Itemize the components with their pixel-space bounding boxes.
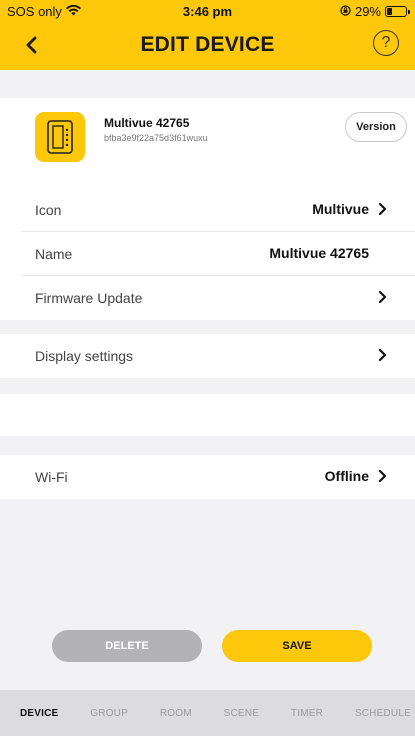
device-name: Multivue 42765 [104, 116, 190, 130]
empty-section [0, 394, 415, 436]
display-settings-label: Display settings [35, 348, 134, 364]
version-button[interactable]: Version [345, 112, 407, 142]
icon-label: Icon [35, 202, 62, 218]
help-button[interactable]: ? [373, 30, 399, 56]
battery-icon [385, 6, 410, 17]
icon-row[interactable]: Icon Multivue [0, 188, 415, 232]
nav-bar: EDIT DEVICE ? [0, 24, 415, 68]
tab-room[interactable]: ROOM [160, 708, 192, 719]
question-mark: ? [381, 34, 391, 51]
display-settings-row[interactable]: Display settings [0, 334, 415, 378]
wifi-label: Wi-Fi [35, 469, 68, 485]
status-bar: SOS only 3:46 pm 29% [0, 0, 415, 22]
icon-value: Multivue [312, 201, 369, 217]
name-row[interactable]: Name Multivue 42765 [0, 232, 415, 276]
tab-scene[interactable]: SCENE [224, 708, 259, 719]
delete-button[interactable]: DELETE [52, 630, 202, 662]
wifi-status: Offline [324, 468, 369, 484]
device-card: Multivue 42765 bfba3e9f22a75d3f61wuxu Ve… [0, 98, 415, 188]
firmware-update-row[interactable]: Firmware Update [0, 276, 415, 320]
firmware-update-label: Firmware Update [35, 290, 143, 306]
name-value: Multivue 42765 [269, 245, 369, 261]
chevron-right-icon [378, 469, 387, 488]
thermostat-device-icon [35, 112, 85, 162]
chevron-right-icon [378, 202, 387, 221]
tab-timer[interactable]: TIMER [291, 708, 323, 719]
name-label: Name [35, 246, 73, 262]
header: SOS only 3:46 pm 29% EDIT DEVICE ? [0, 0, 415, 70]
tab-schedule[interactable]: SCHEDULE [355, 708, 411, 719]
tab-device[interactable]: DEVICE [20, 708, 58, 719]
orientation-lock-icon [340, 4, 351, 19]
wifi-row[interactable]: Wi-Fi Offline [0, 455, 415, 499]
status-right: 29% [340, 4, 410, 19]
save-button[interactable]: SAVE [222, 630, 372, 662]
chevron-right-icon [378, 290, 387, 309]
device-id: bfba3e9f22a75d3f61wuxu [104, 133, 208, 143]
bottom-tab-bar: DEVICE GROUP ROOM SCENE TIMER SCHEDULE [0, 690, 415, 736]
page-title: EDIT DEVICE [140, 33, 275, 56]
battery-percent: 29% [354, 4, 381, 19]
tab-group[interactable]: GROUP [90, 708, 128, 719]
chevron-right-icon [378, 348, 387, 367]
battery-fill [387, 8, 392, 15]
